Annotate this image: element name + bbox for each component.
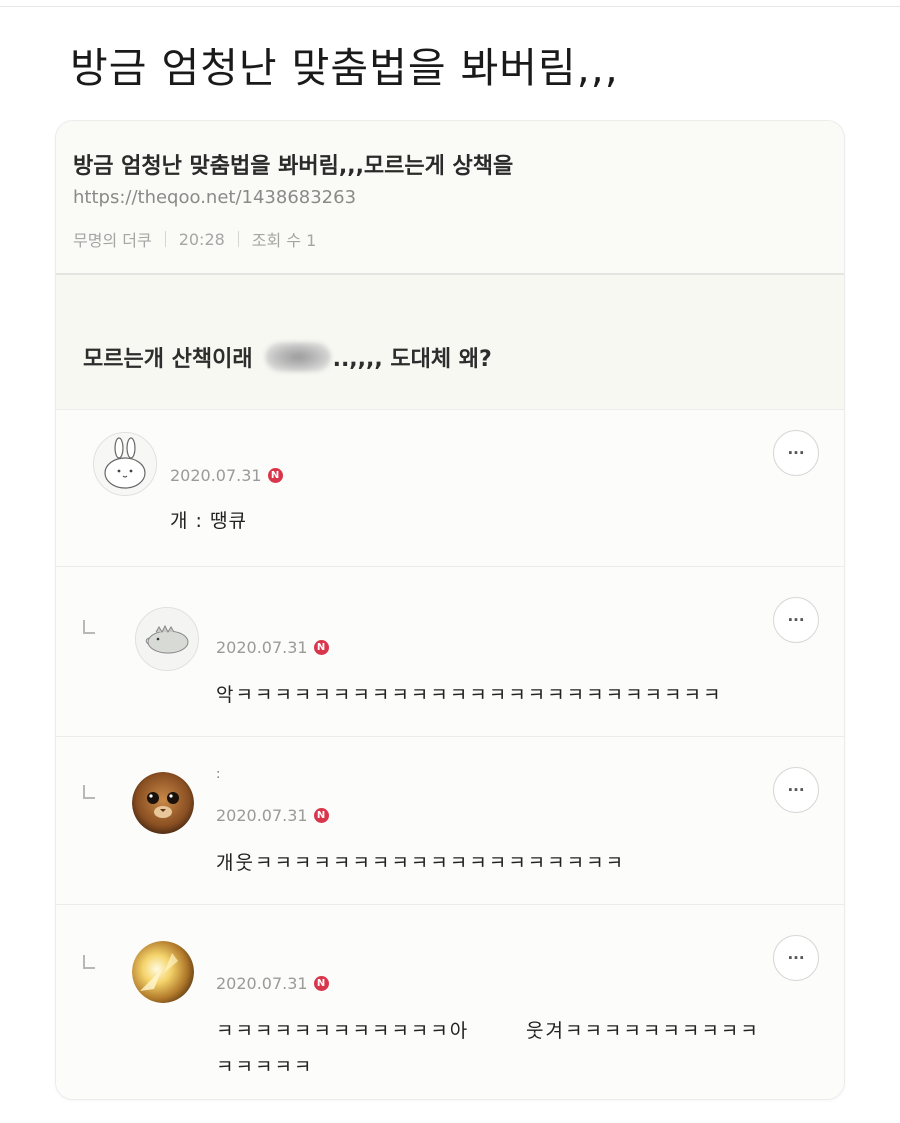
avatar-bunny-icon[interactable] (93, 432, 157, 496)
comment-text: 개 : 땡큐 (170, 510, 247, 532)
reply-item: 2020.07.31 N 악ㅋㅋㅋㅋㅋㅋㅋㅋㅋㅋㅋㅋㅋㅋㅋㅋㅋㅋㅋㅋㅋㅋㅋㅋㅋ … (56, 567, 844, 737)
post-url[interactable]: https://theqoo.net/1438683263 (73, 187, 356, 208)
comment-item: 2020.07.31 N 개 : 땡큐 ··· (56, 410, 844, 567)
avatar-light-icon[interactable] (132, 941, 194, 1003)
meta-divider (237, 231, 239, 247)
new-badge-icon: N (313, 976, 329, 991)
post-body-after: ..,,,, 도대체 왜? (332, 347, 492, 372)
post-card: 방금 엄청난 맞춤법을 봐버림,,,모르는게 상책을 https://theqo… (55, 120, 845, 1100)
post-body-before: 모르는개 산책이래 (83, 347, 253, 372)
comment-date-text: 2020.07.31 (216, 806, 308, 825)
comment-text-line1: ㅋㅋㅋㅋㅋㅋㅋㅋㅋㅋㅋㅋ아 (216, 1020, 470, 1042)
blurred-redaction (264, 342, 331, 372)
post-views: 조회 수 1 (251, 231, 317, 250)
post-time: 20:28 (178, 229, 225, 249)
new-badge-icon: N (313, 640, 329, 655)
meta-divider (164, 231, 166, 247)
comment-text: 악ㅋㅋㅋㅋㅋㅋㅋㅋㅋㅋㅋㅋㅋㅋㅋㅋㅋㅋㅋㅋㅋㅋㅋㅋㅋ (216, 684, 723, 706)
post-header: 방금 엄청난 맞춤법을 봐버림,,,모르는게 상책을 https://theqo… (56, 121, 844, 275)
more-options-button[interactable]: ··· (773, 935, 819, 981)
avatar-dino-icon[interactable] (135, 607, 199, 671)
more-options-button[interactable]: ··· (773, 430, 819, 476)
more-options-button[interactable]: ··· (773, 597, 819, 643)
comment-date-text: 2020.07.31 (216, 974, 308, 993)
reply-arrow-icon (83, 955, 95, 969)
post-body-text: 모르는개 산책이래 ..,,,, 도대체 왜? (83, 341, 492, 373)
top-divider (0, 6, 900, 7)
post-body: 모르는개 산책이래 ..,,,, 도대체 왜? (56, 275, 844, 410)
new-badge-icon: N (313, 808, 329, 823)
comment-text-line2: ㅋㅋㅋㅋㅋ (216, 1056, 314, 1078)
comment-date: 2020.07.31 N (216, 974, 329, 993)
reply-arrow-icon (83, 620, 95, 634)
comment-date: 2020.07.31 N (216, 806, 329, 825)
reply-item: 2020.07.31 N ㅋㅋㅋㅋㅋㅋㅋㅋㅋㅋㅋㅋ아 웃겨ㅋㅋㅋㅋㅋㅋㅋㅋㅋㅋ … (56, 905, 844, 1099)
avatar-cat-icon[interactable] (132, 772, 194, 834)
comment-date: 2020.07.31 N (216, 638, 329, 657)
comment-date: 2020.07.31 N (170, 466, 283, 485)
comment-text-line1-cont: 웃겨ㅋㅋㅋㅋㅋㅋㅋㅋㅋㅋ (526, 1020, 760, 1042)
reply-arrow-icon (83, 785, 95, 799)
post-title[interactable]: 방금 엄청난 맞춤법을 봐버림,,,모르는게 상책을 (73, 148, 513, 180)
more-options-button[interactable]: ··· (773, 767, 819, 813)
author-name: : (216, 767, 221, 782)
page-title: 방금 엄청난 맞춤법을 봐버림,,, (70, 44, 619, 92)
post-author: 무명의 더쿠 (73, 231, 152, 250)
comment-date-text: 2020.07.31 (216, 638, 308, 657)
comment-text: 개웃ㅋㅋㅋㅋㅋㅋㅋㅋㅋㅋㅋㅋㅋㅋㅋㅋㅋㅋㅋ (216, 852, 626, 874)
new-badge-icon: N (267, 468, 283, 483)
comment-date-text: 2020.07.31 (170, 466, 262, 485)
reply-item: : 2020.07.31 N 개웃ㅋㅋㅋㅋㅋㅋㅋㅋㅋㅋㅋㅋㅋㅋㅋㅋㅋㅋㅋ ··· (56, 737, 844, 905)
post-meta: 무명의 더쿠 20:28 조회 수 1 (73, 227, 316, 251)
